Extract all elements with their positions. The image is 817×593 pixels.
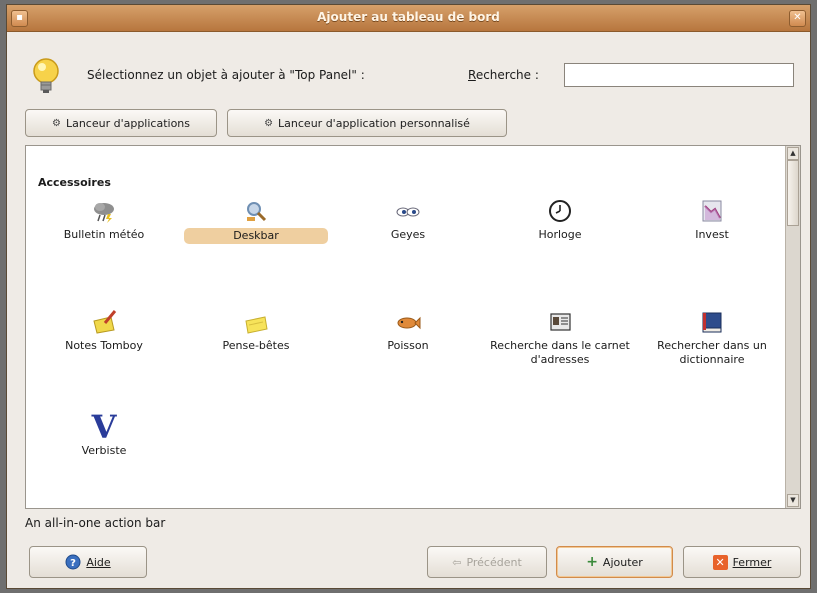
applet-label: Bulletin météo [63,228,145,241]
applet-label: Deskbar [184,228,328,244]
window-title: Ajouter au tableau de bord [317,10,500,24]
eyes-icon [396,207,420,217]
applet-description: An all-in-one action bar [25,516,166,530]
applet-item-deskbar[interactable]: Deskbar [181,198,331,244]
custom-launcher-button[interactable]: ⚙ Lanceur d'application personnalisé [227,109,507,137]
select-prompt: Sélectionnez un objet à ajouter à "Top P… [87,68,365,82]
applet-item-invest[interactable]: Invest [637,198,787,242]
help-label: Aide [86,555,111,569]
deskbar-icon [247,202,267,222]
applet-label: Geyes [390,228,426,241]
dictionary-icon [702,312,722,333]
address-book-icon [550,313,571,331]
back-arrow-icon: ⇦ [452,555,462,569]
applet-label: Horloge [538,228,582,241]
applet-label: Verbiste [81,444,127,457]
applet-list[interactable]: Accessoires Bulletin météo Deskbar Geyes… [25,145,801,509]
applet-item-dictionary[interactable]: Rechercher dans un dictionnaire [637,309,787,367]
category-heading: Accessoires [38,176,111,189]
weather-icon [94,203,114,223]
applet-label: Rechercher dans un dictionnaire [657,339,767,366]
invest-icon [702,200,722,222]
applet-item-verbiste[interactable]: V Verbiste [29,408,179,458]
close-label: Fermer [732,555,772,569]
applet-label: Notes Tomboy [65,339,143,352]
close-button[interactable]: ✕ Fermer [683,546,801,578]
app-launcher-button[interactable]: ⚙ Lanceur d'applications [25,109,217,137]
previous-label: Précédent [466,555,522,569]
applet-item-tomboy[interactable]: Notes Tomboy [29,309,179,353]
launcher-icon: ⚙ [51,117,61,129]
applet-item-weather[interactable]: Bulletin météo [29,198,179,242]
help-button[interactable]: ? Aide [29,546,147,578]
add-button[interactable]: + Ajouter [556,546,673,578]
clock-icon [549,200,571,222]
app-launcher-label: Lanceur d'applications [65,116,191,130]
titlebar[interactable]: ▪ Ajouter au tableau de bord ✕ [7,5,810,32]
applet-item-sticky[interactable]: Pense-bêtes [181,309,331,353]
custom-launcher-label: Lanceur d'application personnalisé [278,116,470,130]
tomboy-notes-icon [93,310,117,334]
scroll-down-button[interactable]: ▼ [787,494,799,507]
lightbulb-icon [33,58,59,93]
sticky-notes-icon [245,316,268,334]
help-icon: ? [65,554,81,570]
close-icon: ✕ [712,554,728,570]
applet-item-geyes[interactable]: Geyes [333,198,483,242]
add-to-panel-dialog: ▪ Ajouter au tableau de bord ✕ Sélection… [6,4,811,589]
previous-button[interactable]: ⇦ Précédent [427,546,547,578]
applet-item-fish[interactable]: Poisson [333,309,483,353]
scroll-up-button[interactable]: ▲ [787,147,799,160]
scroll-thumb[interactable] [787,160,799,226]
svg-text:?: ? [70,558,76,569]
fish-icon [397,316,421,330]
applet-item-address-book[interactable]: Recherche dans le carnet d'adresses [485,309,635,367]
search-label: Recherche : [468,68,539,82]
applet-label: Poisson [387,339,429,352]
add-label: Ajouter [602,555,643,569]
applet-label: Recherche dans le carnet d'adresses [490,339,630,366]
applet-label: Pense-bêtes [222,339,290,352]
search-input[interactable] [564,63,794,87]
plus-icon: + [586,554,598,570]
window-close-button[interactable]: ✕ [789,10,806,27]
list-scrollbar[interactable]: ▲ ▼ [785,146,800,508]
launcher-icon: ⚙ [264,117,274,129]
applet-item-clock[interactable]: Horloge [485,198,635,242]
verbiste-icon: V [91,408,117,446]
applet-label: Invest [695,228,729,241]
